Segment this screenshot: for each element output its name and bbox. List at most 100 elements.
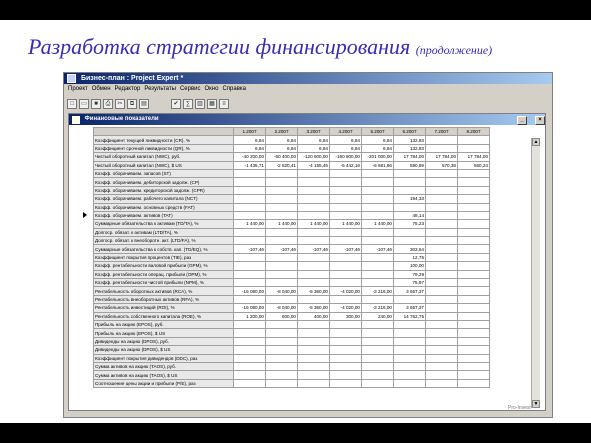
table-cell[interactable] bbox=[393, 294, 426, 305]
table-cell[interactable]: 17 784,00 bbox=[457, 152, 490, 162]
table-row[interactable]: Коэфф. оборачиваем. основных средств (FA… bbox=[93, 202, 490, 212]
table-cell[interactable] bbox=[329, 319, 362, 330]
table-cell[interactable] bbox=[297, 252, 330, 263]
table-cell[interactable] bbox=[265, 370, 298, 380]
table-cell[interactable] bbox=[393, 202, 426, 212]
table-cell[interactable] bbox=[233, 269, 266, 280]
row-label[interactable]: Долгоср. обязат. к активам (LTD/TA), % bbox=[93, 227, 234, 238]
table-cell[interactable] bbox=[425, 227, 458, 238]
row-label[interactable]: Коэфф. оборачиваем. кредиторской задолж.… bbox=[93, 185, 234, 196]
table-cell[interactable] bbox=[457, 328, 490, 338]
table-cell[interactable]: 194,33 bbox=[393, 194, 426, 204]
row-label[interactable]: Рентабельность собственного капитала (RO… bbox=[93, 311, 234, 322]
table-cell[interactable] bbox=[425, 210, 458, 221]
table-cell[interactable] bbox=[425, 185, 458, 196]
table-cell[interactable]: -4 020,00 bbox=[329, 286, 362, 296]
table-cell[interactable] bbox=[265, 336, 298, 347]
table-cell[interactable]: 300,00 bbox=[329, 311, 362, 322]
copy-icon[interactable]: ⧉ bbox=[127, 99, 137, 109]
table-cell[interactable]: -5 360,00 bbox=[297, 303, 330, 313]
table-cell[interactable]: 570,38 bbox=[425, 160, 458, 170]
table-cell[interactable] bbox=[297, 294, 330, 305]
table-cell[interactable]: 1 440,00 bbox=[233, 219, 266, 229]
row-label[interactable]: Коэфф. рентабельности операц. прибыли (O… bbox=[93, 269, 234, 280]
menu-item[interactable]: Окно bbox=[205, 86, 219, 92]
table-cell[interactable] bbox=[457, 135, 490, 145]
vertical-scrollbar[interactable]: ▲ ▼ bbox=[531, 138, 540, 408]
table-cell[interactable]: -107,46 bbox=[297, 244, 330, 254]
table-cell[interactable] bbox=[393, 168, 426, 179]
table-cell[interactable] bbox=[329, 202, 362, 212]
table-cell[interactable] bbox=[297, 328, 330, 338]
table-cell[interactable] bbox=[297, 194, 330, 204]
table-cell[interactable] bbox=[457, 303, 490, 313]
table-cell[interactable]: 79,29 bbox=[393, 269, 426, 280]
table-cell[interactable] bbox=[457, 143, 490, 154]
table-cell[interactable] bbox=[233, 177, 266, 187]
menu-item[interactable]: Редактор bbox=[115, 86, 141, 92]
table-cell[interactable] bbox=[329, 261, 362, 271]
table-cell[interactable]: 6,94 bbox=[265, 135, 298, 145]
table-cell[interactable] bbox=[393, 353, 426, 363]
row-label[interactable]: Дивиденды на акцию (DPOS), руб. bbox=[93, 336, 234, 347]
chart-icon[interactable]: ▥ bbox=[195, 99, 205, 109]
table-cell[interactable] bbox=[457, 278, 490, 288]
table-cell[interactable] bbox=[265, 269, 298, 280]
table-cell[interactable] bbox=[297, 168, 330, 179]
table-cell[interactable] bbox=[457, 252, 490, 263]
menu-item[interactable]: Сервис bbox=[180, 86, 201, 92]
table-cell[interactable] bbox=[265, 194, 298, 204]
table-cell[interactable] bbox=[425, 303, 458, 313]
row-label[interactable]: Коэфф. оборачиваем. основных средств (FA… bbox=[93, 202, 234, 212]
table-cell[interactable]: -5 442,16 bbox=[329, 160, 362, 170]
row-label[interactable]: Коэффициент текущей ликвидности (CR), % bbox=[93, 135, 234, 145]
row-label[interactable]: Долгоср. обязат. к внеоборотн. акт. (LTD… bbox=[93, 236, 234, 246]
table-cell[interactable] bbox=[329, 278, 362, 288]
menu-item[interactable]: Обмен bbox=[92, 86, 111, 92]
table-cell[interactable] bbox=[361, 261, 394, 271]
table-cell[interactable] bbox=[233, 185, 266, 196]
table-row[interactable]: Прибыль на акцию (EPOS), руб. bbox=[93, 319, 490, 330]
table-cell[interactable]: -8 040,00 bbox=[265, 286, 298, 296]
row-label[interactable]: Рентабельность внеоборотных активов (RFA… bbox=[93, 294, 234, 305]
table-cell[interactable] bbox=[425, 244, 458, 254]
table-cell[interactable] bbox=[329, 294, 362, 305]
table-cell[interactable]: 1 440,00 bbox=[297, 219, 330, 229]
table-cell[interactable]: 75,23 bbox=[393, 219, 426, 229]
table-cell[interactable] bbox=[457, 227, 490, 238]
table-cell[interactable]: 240,00 bbox=[361, 311, 394, 322]
row-label[interactable]: Коэфф. оборачиваем. запасов (ST) bbox=[93, 168, 234, 179]
table-cell[interactable] bbox=[329, 177, 362, 187]
table-cell[interactable] bbox=[265, 202, 298, 212]
table-row[interactable]: Чистый оборотный капитал (NWC), $ US -1 4… bbox=[93, 160, 490, 170]
table-cell[interactable] bbox=[425, 236, 458, 246]
table-cell[interactable] bbox=[457, 361, 490, 372]
table-cell[interactable] bbox=[361, 336, 394, 347]
table-row[interactable]: Прибыль на акцию (EPOS), $ US bbox=[93, 328, 490, 338]
row-label[interactable]: Дивиденды на акцию (DPOS), $ US bbox=[93, 345, 234, 355]
table-cell[interactable] bbox=[361, 252, 394, 263]
table-cell[interactable] bbox=[233, 345, 266, 355]
table-cell[interactable] bbox=[425, 194, 458, 204]
table-cell[interactable]: 400,00 bbox=[297, 311, 330, 322]
table-cell[interactable] bbox=[297, 361, 330, 372]
table-cell[interactable] bbox=[329, 345, 362, 355]
table-row[interactable]: Рентабельность инвестиций (ROI), % -16 08… bbox=[93, 303, 490, 313]
table-cell[interactable] bbox=[393, 345, 426, 355]
table-cell[interactable]: 12,75 bbox=[393, 252, 426, 263]
row-label[interactable]: Коэфф. оборачиваем. рабочего капитала (N… bbox=[93, 194, 234, 204]
table-cell[interactable]: 132,93 bbox=[393, 135, 426, 145]
table-cell[interactable] bbox=[457, 370, 490, 380]
table-cell[interactable] bbox=[329, 185, 362, 196]
table-cell[interactable] bbox=[361, 177, 394, 187]
table-cell[interactable] bbox=[361, 202, 394, 212]
table-cell[interactable]: 17 784,00 bbox=[425, 152, 458, 162]
row-label[interactable]: Коэфф. рентабельности чистой прибыли (NP… bbox=[93, 278, 234, 288]
table-cell[interactable] bbox=[361, 378, 394, 389]
table-cell[interactable] bbox=[265, 177, 298, 187]
table-cell[interactable] bbox=[425, 278, 458, 288]
table-cell[interactable] bbox=[233, 361, 266, 372]
table-cell[interactable] bbox=[457, 202, 490, 212]
table-cell[interactable] bbox=[393, 177, 426, 187]
table-cell[interactable] bbox=[233, 194, 266, 204]
